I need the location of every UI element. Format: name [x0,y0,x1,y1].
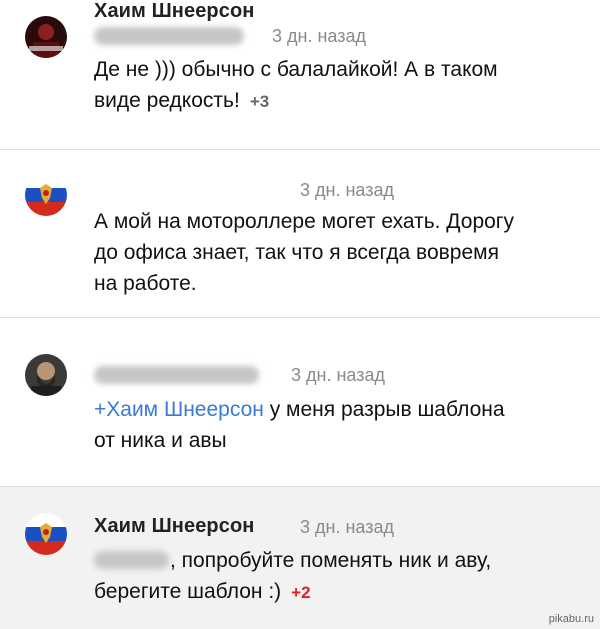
blurred-mention[interactable] [94,551,169,569]
comment-text-line-2: берегите шаблон :) +2 [94,580,311,603]
author-name[interactable]: Хаим Шнеерсон [94,0,254,23]
russian-flag-eagle-avatar-icon [25,174,67,216]
comment-text: +Хаим Шнеерсон у меня разрыв шаблона от … [94,398,505,452]
comment-time[interactable]: 3 дн. назад [291,365,385,386]
blurred-author-name[interactable] [94,366,259,384]
comment-time[interactable]: 3 дн. назад [300,517,394,538]
comment-text: А мой на мотороллере могет ехать. Дорогу… [94,210,514,295]
comment-time[interactable]: 3 дн. назад [300,180,394,201]
avatar[interactable] [25,16,67,58]
avatar[interactable] [25,354,67,396]
author-name[interactable]: Хаим Шнеерсон [94,515,254,538]
comment-4-highlighted: Хаим Шнеерсон 3 дн. назад , попробуйте п… [0,487,600,629]
comment-1: 3 дн. назад Де не ))) обычно с балалайко… [0,0,600,149]
bearded-man-avatar-icon [25,354,67,396]
comment-text: Де не ))) обычно с балалайкой! А в таком… [94,58,498,112]
comment-text-line-1: , попробуйте поменять ник и аву, [170,549,492,572]
comment-3: 3 дн. назад +Хаим Шнеерсон у меня разрыв… [0,318,600,486]
comment-rating[interactable]: +3 [250,92,269,111]
comment-rating[interactable]: +2 [291,583,310,602]
watermark: pikabu.ru [548,613,594,625]
comment-time[interactable]: 3 дн. назад [272,26,366,47]
avatar[interactable] [25,513,67,555]
russian-flag-eagle-avatar-icon [25,513,67,555]
portrait-avatar-icon [25,16,67,58]
blurred-author-name[interactable] [94,27,244,45]
mention-link[interactable]: +Хаим Шнеерсон [94,398,264,421]
avatar[interactable] [25,174,67,216]
